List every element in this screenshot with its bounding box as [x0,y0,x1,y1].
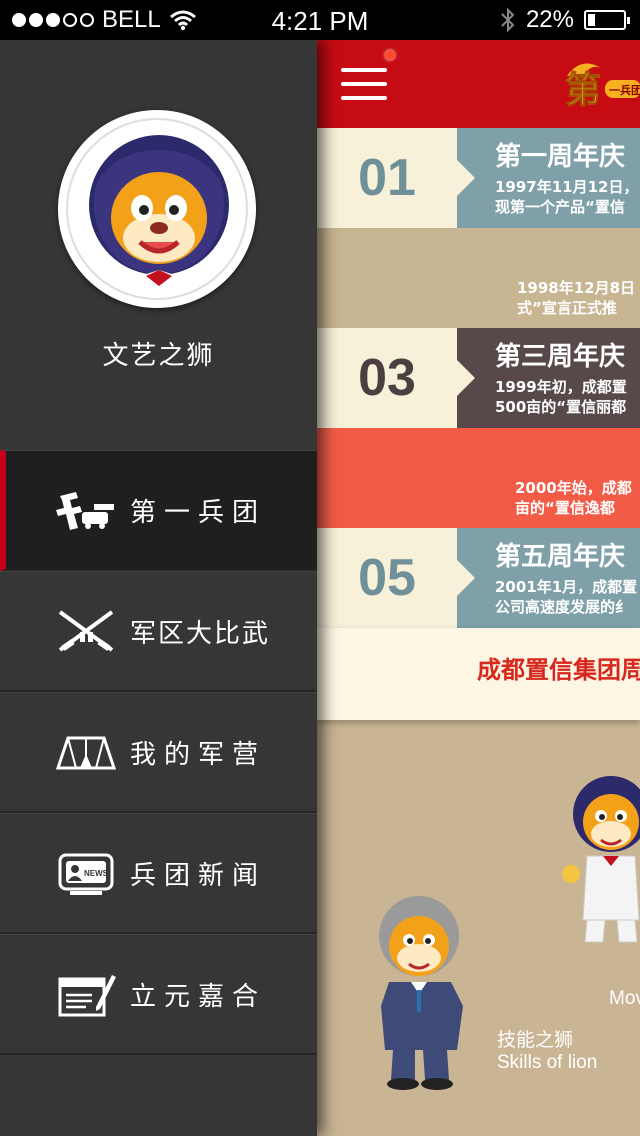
timeline-number [317,428,457,528]
main-content: 第 一兵团 01 第一周年庆 1997年11月12日， 现第一个产品“置信 19… [317,40,640,1136]
lion-mascot-left-icon [379,896,463,1090]
username: 文艺之狮 [102,341,215,371]
avatar[interactable] [58,110,256,308]
timeline-desc: 1997年11月12日， 现第一个产品“置信 [495,177,640,217]
timeline-row[interactable]: 03 第三周年庆 1999年初，成都置 500亩的“置信丽都 [317,328,640,428]
timeline-number [317,228,457,328]
timeline-panel: 第三周年庆 1999年初，成都置 500亩的“置信丽都 [457,328,640,428]
timeline-panel: 1998年12月8日 式”宣言正式推 [457,228,640,328]
timeline-desc: 1999年初，成都置 500亩的“置信丽都 [495,377,640,417]
timeline-panel: 第五周年庆 2001年1月，成都置 公司高速度发展的纟 [457,528,640,628]
svg-text:第: 第 [565,69,601,111]
timeline-desc: 1998年12月8日 式”宣言正式推 [517,278,640,318]
banner-text: 成都置信集团周 [477,655,640,684]
menu-item-label: 我的军营 [130,739,267,770]
desc-line: 现第一个产品“置信 [495,198,625,216]
timeline-panel: 2000年始，成都 亩的“置信逸都 [457,428,640,528]
caption-cn: 技能之狮 [497,1030,574,1051]
timeline-number: 05 [317,528,475,628]
battery-percent: 22% [525,6,574,33]
battery-fill [588,14,595,26]
caption-en: Skills of lion [497,1052,598,1073]
menu-item-label: 兵团新闻 [130,860,267,891]
menu-item-legion-news[interactable]: NEWS 兵团新闻 [0,813,317,934]
menu-item-first-legion[interactable]: 第一兵团 [0,450,317,571]
desc-line: 1997年11月12日， [495,178,639,196]
mascot-caption-left: 技能之狮 Skills of lion [497,1030,597,1074]
timeline-row[interactable]: 1998年12月8日 式”宣言正式推 [317,228,640,328]
menu-item-label: 军区大比武 [130,618,271,649]
svg-text:一兵团: 一兵团 [609,83,640,97]
timeline-row[interactable]: 2000年始，成都 亩的“置信逸都 [317,428,640,528]
hamburger-menu-icon[interactable] [341,64,389,104]
desc-line: 500亩的“置信丽都 [495,398,627,416]
desc-line: 2000年始，成都 [515,479,632,497]
app-header: 第 一兵团 [317,40,640,128]
timeline-desc: 2000年始，成都 亩的“置信逸都 [515,478,640,518]
lion-mascot-avatar [66,118,248,300]
drawer-menu: 第一兵团 军区大比武 我的军营 NEWS 兵团新闻 立元嘉合 [0,450,317,1055]
lion-mascot-right-icon [562,776,640,943]
timeline-title: 第五周年庆 [495,542,626,572]
timeline-desc: 2001年1月，成都置 公司高速度发展的纟 [495,577,640,617]
desc-line: 式”宣言正式推 [517,299,617,317]
mascot-caption-right: Mov [609,988,640,1009]
desc-line: 1999年初，成都置 [495,378,627,396]
notification-dot [385,50,395,60]
desc-line: 1998年12月8日 [517,279,636,297]
first-legion-icon [56,485,116,535]
menu-item-liyuan-jiahe[interactable]: 立元嘉合 [0,934,317,1055]
crossed-rifles-icon [56,606,116,656]
side-drawer: 文艺之狮 第一兵团 军区大比武 我的军营 NEWS 兵团新闻 立元嘉合 [0,40,317,1136]
menu-item-my-barracks[interactable]: 我的军营 [0,692,317,813]
document-pen-icon [56,969,116,1019]
group-banner[interactable]: 成都置信集团周 [317,628,640,720]
svg-text:NEWS: NEWS [84,869,109,878]
menu-item-military-contest[interactable]: 军区大比武 [0,571,317,692]
status-bar: BELL 4:21 PM 22% [0,0,640,40]
bluetooth-icon [501,7,515,33]
app-logo: 第 一兵团 [561,54,640,114]
menu-item-label: 立元嘉合 [130,981,267,1012]
menu-item-label: 第一兵团 [130,497,267,528]
timeline-row[interactable]: 01 第一周年庆 1997年11月12日， 现第一个产品“置信 [317,128,640,228]
desc-line: 亩的“置信逸都 [515,499,615,517]
timeline-row[interactable]: 05 第五周年庆 2001年1月，成都置 公司高速度发展的纟 [317,528,640,628]
lion-face-icon [89,135,229,296]
timeline-title: 第三周年庆 [495,342,626,372]
timeline-title: 第一周年庆 [495,142,626,172]
timeline-number: 03 [317,328,475,428]
timeline-panel: 第一周年庆 1997年11月12日， 现第一个产品“置信 [457,128,640,228]
desc-line: 2001年1月，成都置 [495,578,638,596]
status-right: 22% [500,6,630,34]
tent-icon [56,727,116,777]
timeline-number: 01 [317,128,475,228]
news-icon: NEWS [56,848,116,898]
desc-line: 公司高速度发展的纟 [495,598,631,616]
battery-icon [584,10,630,30]
